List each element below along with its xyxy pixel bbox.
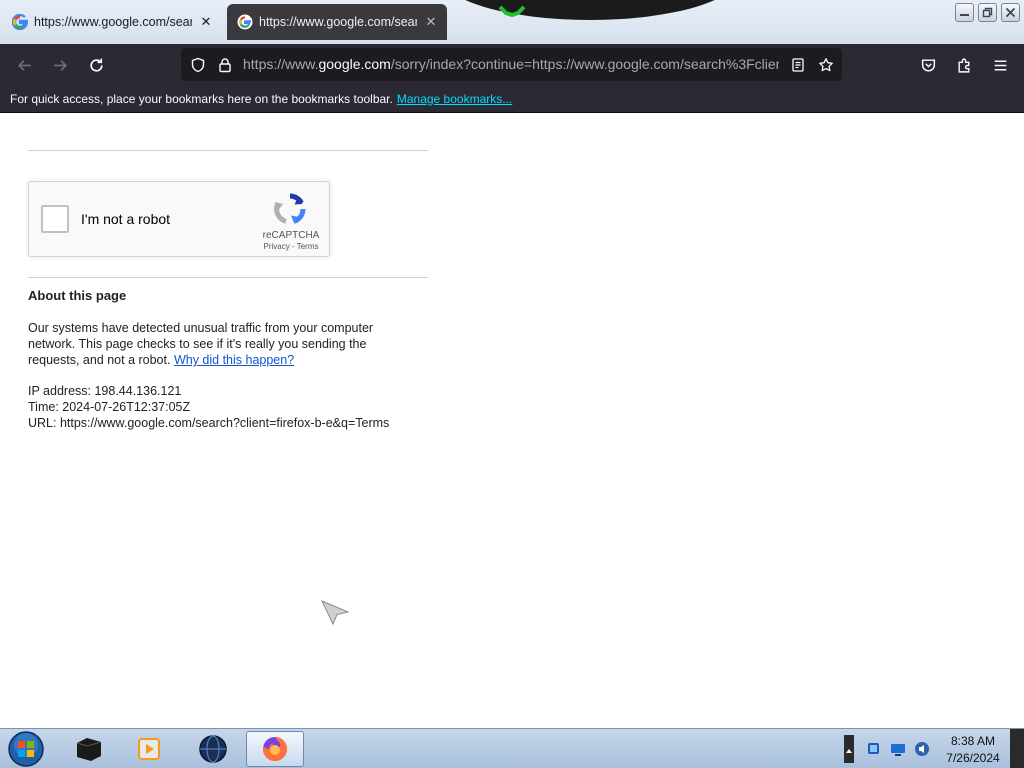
- lock-icon[interactable]: [216, 56, 234, 74]
- minimize-button[interactable]: [955, 3, 974, 22]
- back-button[interactable]: [13, 54, 35, 76]
- restore-icon: [982, 7, 993, 18]
- restore-button[interactable]: [978, 3, 997, 22]
- pocket-icon: [921, 58, 935, 72]
- about-heading: About this page: [28, 288, 127, 303]
- display-monitor-icon[interactable]: [890, 741, 906, 757]
- recaptcha-links: Privacy - Terms: [255, 242, 327, 251]
- about-description: Our systems have detected unusual traffi…: [28, 320, 408, 368]
- pocket-button[interactable]: [917, 54, 939, 76]
- arrow-right-icon: [53, 59, 67, 71]
- recaptcha-logo-icon: [274, 193, 306, 224]
- navigation-toolbar: https://www.google.com/sorry/index?conti…: [0, 44, 1024, 85]
- taskbar-app-firefox[interactable]: [246, 731, 304, 767]
- black-box-app-icon: [76, 738, 102, 761]
- why-did-this-happen-link[interactable]: Why did this happen?: [174, 353, 294, 367]
- puzzle-piece-icon: [957, 58, 969, 73]
- tab-title: https://www.google.com/search?client=fir…: [259, 15, 417, 29]
- reload-button[interactable]: [85, 54, 107, 76]
- bookmark-star-icon[interactable]: [817, 56, 835, 74]
- volume-speaker-icon[interactable]: [914, 741, 930, 757]
- desktop-wallpaper-swoosh: [440, 0, 740, 20]
- tab-strip: https://www.google.com/search?client=fir…: [0, 0, 1024, 44]
- reader-view-icon[interactable]: [789, 56, 807, 74]
- url-path: /sorry/index?continue=https://www.google…: [390, 56, 779, 72]
- extensions-button[interactable]: [953, 54, 975, 76]
- taskbar-app-media-player[interactable]: [120, 731, 178, 767]
- page-content: I'm not a robot reCAPTCHA Privacy - Term…: [0, 113, 1024, 728]
- tab-close-icon[interactable]: ✕: [198, 14, 214, 30]
- divider: [28, 277, 428, 278]
- taskbar-app-globe[interactable]: [184, 731, 242, 767]
- tracking-protection-shield-icon[interactable]: [189, 56, 207, 74]
- url-prefix: https://www.: [243, 56, 319, 72]
- network-status-icon[interactable]: [866, 741, 882, 757]
- tab-close-icon[interactable]: ✕: [423, 14, 439, 30]
- wallpaper-green-mark: [498, 5, 526, 17]
- system-tray: 8:38 AM 7/26/2024: [840, 729, 1024, 768]
- url-host: google.com: [318, 56, 391, 72]
- recaptcha-terms-link[interactable]: Terms: [297, 242, 319, 251]
- recaptcha-privacy-link[interactable]: Privacy: [264, 242, 290, 251]
- divider: [28, 150, 428, 151]
- manage-bookmarks-link[interactable]: Manage bookmarks...: [397, 92, 512, 106]
- globe-app-icon: [199, 735, 227, 763]
- blocked-url-text: URL: https://www.google.com/search?clien…: [28, 416, 390, 430]
- google-favicon-icon: [12, 14, 28, 30]
- hamburger-menu-icon: [994, 59, 1006, 71]
- recaptcha-separator: -: [291, 242, 295, 251]
- recaptcha-label: I'm not a robot: [81, 211, 171, 227]
- bookmarks-hint-text: For quick access, place your bookmarks h…: [10, 91, 393, 106]
- show-hidden-icons-arrow-icon[interactable]: [844, 735, 854, 763]
- timestamp-text: Time: 2024-07-26T12:37:05Z: [28, 400, 191, 414]
- tab-google-search-2[interactable]: https://www.google.com/search?client=fir…: [227, 4, 447, 40]
- show-desktop-button[interactable]: [1010, 729, 1024, 768]
- url-text[interactable]: https://www.google.com/sorry/index?conti…: [243, 48, 779, 81]
- google-favicon-icon: [237, 14, 253, 30]
- recaptcha-checkbox[interactable]: [41, 205, 69, 233]
- bookmarks-toolbar: For quick access, place your bookmarks h…: [0, 85, 1024, 113]
- ip-address-text: IP address: 198.44.136.121: [28, 384, 182, 398]
- recaptcha-brand: reCAPTCHA: [262, 230, 320, 241]
- clock-time[interactable]: 8:38 AM: [940, 734, 1006, 748]
- media-player-icon: [138, 738, 160, 760]
- arrow-left-icon: [17, 59, 31, 71]
- taskbar-app-terminal[interactable]: [60, 731, 118, 767]
- firefox-icon: [262, 737, 287, 761]
- app-menu-button[interactable]: [989, 54, 1011, 76]
- close-window-button[interactable]: [1001, 3, 1020, 22]
- close-icon: [1005, 7, 1016, 18]
- minimize-icon: [960, 14, 969, 16]
- forward-button[interactable]: [49, 54, 71, 76]
- recaptcha-widget: I'm not a robot reCAPTCHA Privacy - Term…: [28, 181, 330, 257]
- tab-google-search-1[interactable]: https://www.google.com/search?client=fir…: [2, 4, 222, 40]
- reload-icon: [89, 58, 103, 72]
- address-bar[interactable]: https://www.google.com/sorry/index?conti…: [181, 48, 842, 81]
- taskbar: 8:38 AM 7/26/2024: [0, 728, 1024, 768]
- start-button[interactable]: [6, 731, 46, 767]
- clock-date[interactable]: 7/26/2024: [940, 751, 1006, 765]
- tab-title: https://www.google.com/search?client=fir…: [34, 15, 192, 29]
- mouse-cursor-icon: [320, 600, 350, 626]
